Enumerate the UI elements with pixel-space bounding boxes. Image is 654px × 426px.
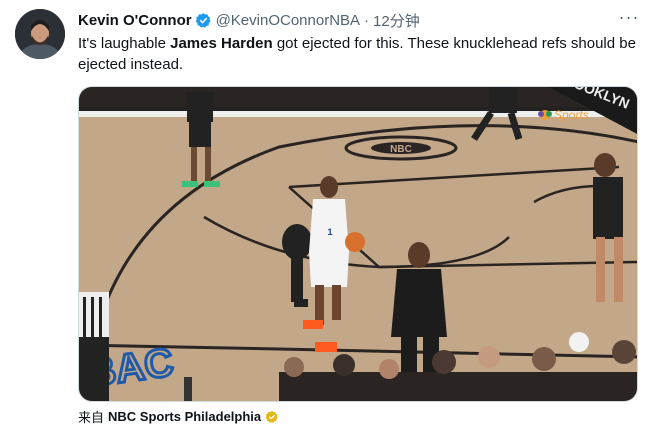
- tweet-time[interactable]: 12分钟: [373, 10, 420, 31]
- tweet-video[interactable]: NBC BROOKLYN Sports BAC: [78, 86, 638, 402]
- tweet-text-bold: James Harden: [170, 35, 273, 52]
- referee: [79, 292, 109, 401]
- media-source: 来自 NBC Sports Philadelphia: [78, 407, 279, 426]
- verified-badge-icon: [195, 12, 211, 28]
- court-logo-text: NBC: [390, 144, 412, 155]
- source-prefix: 来自: [78, 410, 105, 425]
- tweet-text: It's laughable James Harden got ejected …: [78, 33, 638, 75]
- tweet-text-part: It's laughable: [78, 35, 171, 52]
- gold-verified-badge-icon: [265, 410, 278, 423]
- tweet-header: Kevin O'Connor @KevinOConnorNBA · 12分钟 ·…: [78, 8, 640, 31]
- author-name[interactable]: Kevin O'Connor: [78, 12, 192, 29]
- avatar[interactable]: [15, 9, 65, 59]
- author-handle[interactable]: @KevinOConnorNBA: [216, 12, 360, 29]
- source-name[interactable]: NBC Sports Philadelphia: [108, 409, 261, 424]
- separator-dot: ·: [364, 11, 370, 29]
- ellipsis-icon[interactable]: ···: [618, 8, 640, 31]
- video-watermark: Sports: [554, 108, 589, 122]
- jersey-number: 1: [327, 227, 332, 237]
